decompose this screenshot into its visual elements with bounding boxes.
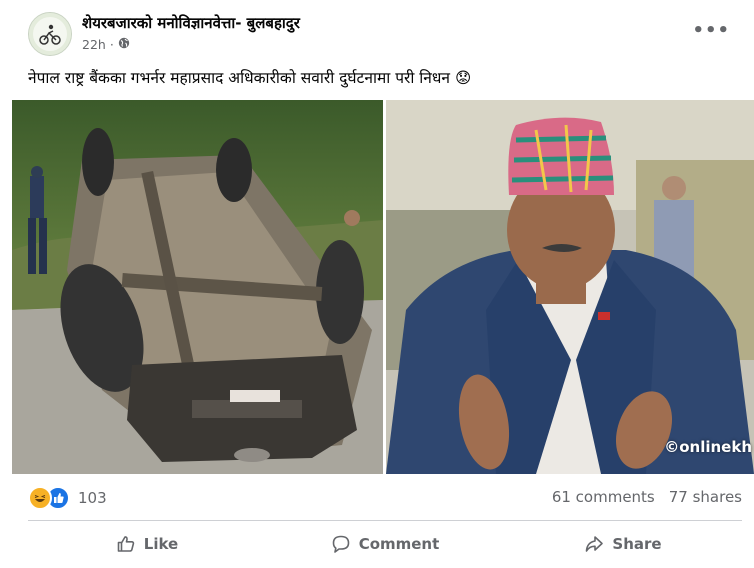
engagement-stats: 103 61 comments 77 shares (28, 484, 742, 510)
comment-button[interactable]: Comment (266, 525, 504, 563)
haha-reaction-icon (28, 486, 52, 510)
share-button[interactable]: Share (504, 525, 742, 563)
author-avatar[interactable] (28, 12, 72, 56)
author-name[interactable]: शेयरबजारको मनोविज्ञानवेत्ता- बुलबहादुर (82, 13, 300, 33)
post-text: नेपाल राष्ट्र बैंकका गभर्नर महाप्रसाद अध… (28, 66, 740, 88)
avatar-image (29, 13, 71, 55)
more-options-icon[interactable]: ••• (692, 20, 730, 41)
comment-share-counts: 61 comments 77 shares (552, 488, 742, 506)
watermark-text: ©onlinekh (664, 438, 752, 456)
post-time[interactable]: 22h (82, 37, 106, 52)
stats-divider (28, 520, 742, 521)
shares-count[interactable]: 77 shares (669, 488, 742, 506)
post-actions: Like Comment Share (28, 525, 742, 563)
like-label: Like (143, 535, 179, 553)
photo-grid: ©onlinekh (12, 100, 754, 474)
globe-icon[interactable] (118, 37, 130, 52)
photo-overturned-car[interactable] (12, 100, 383, 474)
photo-governor-portrait[interactable]: ©onlinekh (386, 100, 754, 474)
share-label: Share (612, 535, 662, 553)
governor-portrait-image (386, 100, 754, 474)
like-button[interactable]: Like (28, 525, 266, 563)
sad-face-emoji: 😟 (454, 69, 472, 87)
share-icon (584, 534, 604, 554)
reactions-summary[interactable]: 103 (28, 486, 107, 510)
meta-separator: · (109, 37, 114, 52)
overturned-car-image (12, 100, 383, 474)
post-header: शेयरबजारको मनोविज्ञानवेत्ता- बुलबहादुर 2… (28, 12, 740, 56)
post-text-content: नेपाल राष्ट्र बैंकका गभर्नर महाप्रसाद अध… (28, 69, 451, 87)
reaction-count: 103 (78, 489, 107, 507)
like-icon (116, 534, 136, 554)
comment-label: Comment (358, 535, 440, 553)
comments-count[interactable]: 61 comments (552, 488, 655, 506)
comment-icon (331, 534, 351, 554)
post-meta: 22h · (82, 37, 130, 52)
